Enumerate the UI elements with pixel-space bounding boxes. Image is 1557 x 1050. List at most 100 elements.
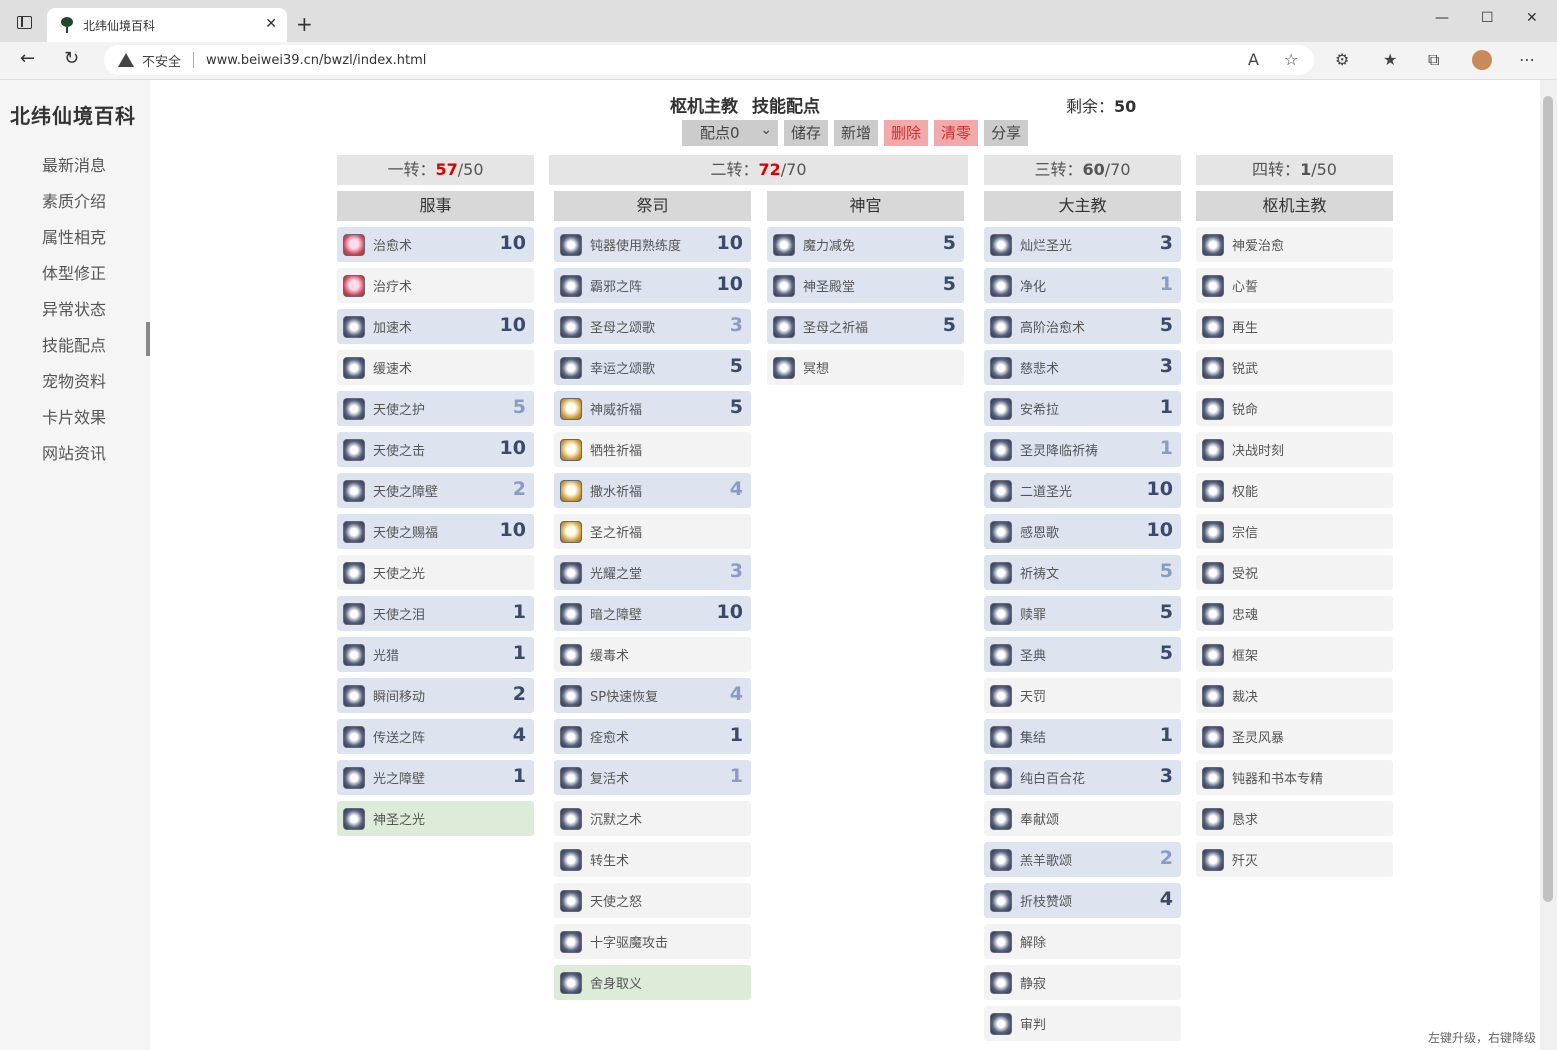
skill-row[interactable]: 痊愈术 1 [554, 719, 751, 754]
close-window-icon[interactable]: ✕ [1526, 10, 1538, 26]
sidebar-item[interactable]: 最新消息 [42, 148, 106, 184]
address-bar[interactable]: 不安全 www.beiwei39.cn/bwzl/index.html [104, 45, 1314, 75]
scrollbar-thumb[interactable] [1543, 96, 1553, 902]
clear-button[interactable]: 清零 [934, 120, 979, 146]
skill-row[interactable]: 霸邪之阵 10 [554, 268, 751, 303]
skill-row[interactable]: 幸运之颂歌 5 [554, 350, 751, 385]
read-aloud-icon[interactable]: A [1248, 50, 1259, 69]
skill-row[interactable]: 裁决 [1196, 678, 1393, 713]
skill-row[interactable]: 天罚 [984, 678, 1181, 713]
skill-row[interactable]: 净化 1 [984, 268, 1181, 303]
skill-row[interactable]: 光之障壁 1 [337, 760, 534, 795]
skill-row[interactable]: 圣灵降临祈祷 1 [984, 432, 1181, 467]
skill-row[interactable]: 魔力减免 5 [767, 227, 964, 262]
skill-row[interactable]: 暗之障壁 10 [554, 596, 751, 631]
extensions-icon[interactable]: ⚙ [1335, 50, 1349, 69]
sidebar-item[interactable]: 技能配点 [42, 328, 106, 364]
skill-row[interactable]: 恳求 [1196, 801, 1393, 836]
skill-row[interactable]: 奉献颂 [984, 801, 1181, 836]
minimize-icon[interactable]: — [1435, 10, 1449, 26]
skill-row[interactable]: 圣之祈福 [554, 514, 751, 549]
skill-row[interactable]: 天使之光 [337, 555, 534, 590]
browser-tab[interactable]: 北纬仙境百科 ✕ [47, 8, 287, 42]
skill-row[interactable]: 心誓 [1196, 268, 1393, 303]
skill-row[interactable]: 光耀之堂 3 [554, 555, 751, 590]
skill-row[interactable]: 牺牲祈福 [554, 432, 751, 467]
skill-row[interactable]: 圣典 5 [984, 637, 1181, 672]
url-text[interactable]: www.beiwei39.cn/bwzl/index.html [206, 53, 426, 68]
skill-row[interactable]: 圣母之颂歌 3 [554, 309, 751, 344]
maximize-icon[interactable]: ☐ [1481, 10, 1494, 26]
skill-row[interactable]: 祈祷文 5 [984, 555, 1181, 590]
sidebar-item[interactable]: 素质介绍 [42, 184, 106, 220]
skill-row[interactable]: 受祝 [1196, 555, 1393, 590]
sidebar-item[interactable]: 网站资讯 [42, 436, 106, 472]
skill-row[interactable]: 决战时刻 [1196, 432, 1393, 467]
sidebar-item[interactable]: 宠物资料 [42, 364, 106, 400]
sidebar-item[interactable]: 体型修正 [42, 256, 106, 292]
skill-row[interactable]: 传送之阵 4 [337, 719, 534, 754]
skill-row[interactable]: 天使之护 5 [337, 391, 534, 426]
delete-button[interactable]: 删除 [884, 120, 929, 146]
skill-row[interactable]: 高阶治愈术 5 [984, 309, 1181, 344]
skill-row[interactable]: 折枝赞颂 4 [984, 883, 1181, 918]
skill-row[interactable]: SP快速恢复 4 [554, 678, 751, 713]
skill-row[interactable]: 集结 1 [984, 719, 1181, 754]
skill-row[interactable]: 加速术 10 [337, 309, 534, 344]
skill-row[interactable]: 框架 [1196, 637, 1393, 672]
skill-row[interactable]: 灿烂圣光 3 [984, 227, 1181, 262]
skill-row[interactable]: 权能 [1196, 473, 1393, 508]
skill-row[interactable]: 转生术 [554, 842, 751, 877]
share-button[interactable]: 分享 [984, 120, 1029, 146]
skill-row[interactable]: 宗信 [1196, 514, 1393, 549]
skill-row[interactable]: 二道圣光 10 [984, 473, 1181, 508]
profile-avatar[interactable] [1472, 50, 1492, 70]
skill-row[interactable]: 钝器使用熟练度 10 [554, 227, 751, 262]
tab-actions-icon[interactable] [17, 16, 32, 29]
save-button[interactable]: 储存 [784, 120, 829, 146]
skill-row[interactable]: 静寂 [984, 965, 1181, 1000]
sidebar-item[interactable]: 卡片效果 [42, 400, 106, 436]
skill-row[interactable]: 再生 [1196, 309, 1393, 344]
skill-row[interactable]: 瞬间移动 2 [337, 678, 534, 713]
skill-row[interactable]: 钝器和书本专精 [1196, 760, 1393, 795]
skill-row[interactable]: 锐武 [1196, 350, 1393, 385]
skill-row[interactable]: 忠魂 [1196, 596, 1393, 631]
skill-row[interactable]: 羔羊歌颂 2 [984, 842, 1181, 877]
back-icon[interactable]: ← [20, 48, 35, 69]
skill-row[interactable]: 圣灵风暴 [1196, 719, 1393, 754]
new-tab-icon[interactable]: + [296, 12, 313, 36]
skill-row[interactable]: 冥想 [767, 350, 964, 385]
more-icon[interactable]: ⋯ [1519, 50, 1535, 69]
add-button[interactable]: 新增 [834, 120, 879, 146]
skill-row[interactable]: 缓毒术 [554, 637, 751, 672]
skill-row[interactable]: 治疗术 [337, 268, 534, 303]
skill-row[interactable]: 撒水祈福 4 [554, 473, 751, 508]
skill-row[interactable]: 慈悲术 3 [984, 350, 1181, 385]
skill-row[interactable]: 圣母之祈福 5 [767, 309, 964, 344]
skill-row[interactable]: 治愈术 10 [337, 227, 534, 262]
skill-row[interactable]: 赎罪 5 [984, 596, 1181, 631]
favorite-add-icon[interactable]: ☆ [1284, 50, 1298, 69]
skill-row[interactable]: 天使之击 10 [337, 432, 534, 467]
skill-row[interactable]: 纯白百合花 3 [984, 760, 1181, 795]
preset-select[interactable]: 配点0 [682, 117, 778, 146]
skill-row[interactable]: 天使之赐福 10 [337, 514, 534, 549]
favorites-icon[interactable]: ★ [1383, 50, 1397, 69]
refresh-icon[interactable]: ↻ [64, 48, 79, 69]
skill-row[interactable]: 神圣之光 [337, 801, 534, 836]
skill-row[interactable]: 天使之怒 [554, 883, 751, 918]
skill-row[interactable]: 锐命 [1196, 391, 1393, 426]
skill-row[interactable]: 天使之泪 1 [337, 596, 534, 631]
skill-row[interactable]: 神爱治愈 [1196, 227, 1393, 262]
skill-row[interactable]: 歼灭 [1196, 842, 1393, 877]
skill-row[interactable]: 审判 [984, 1006, 1181, 1041]
skill-row[interactable]: 天使之障壁 2 [337, 473, 534, 508]
sidebar-item[interactable]: 属性相克 [42, 220, 106, 256]
skill-row[interactable]: 神圣殿堂 5 [767, 268, 964, 303]
close-tab-icon[interactable]: ✕ [265, 16, 277, 32]
skill-row[interactable]: 沉默之术 [554, 801, 751, 836]
sidebar-item[interactable]: 异常状态 [42, 292, 106, 328]
skill-row[interactable]: 解除 [984, 924, 1181, 959]
skill-row[interactable]: 安希拉 1 [984, 391, 1181, 426]
